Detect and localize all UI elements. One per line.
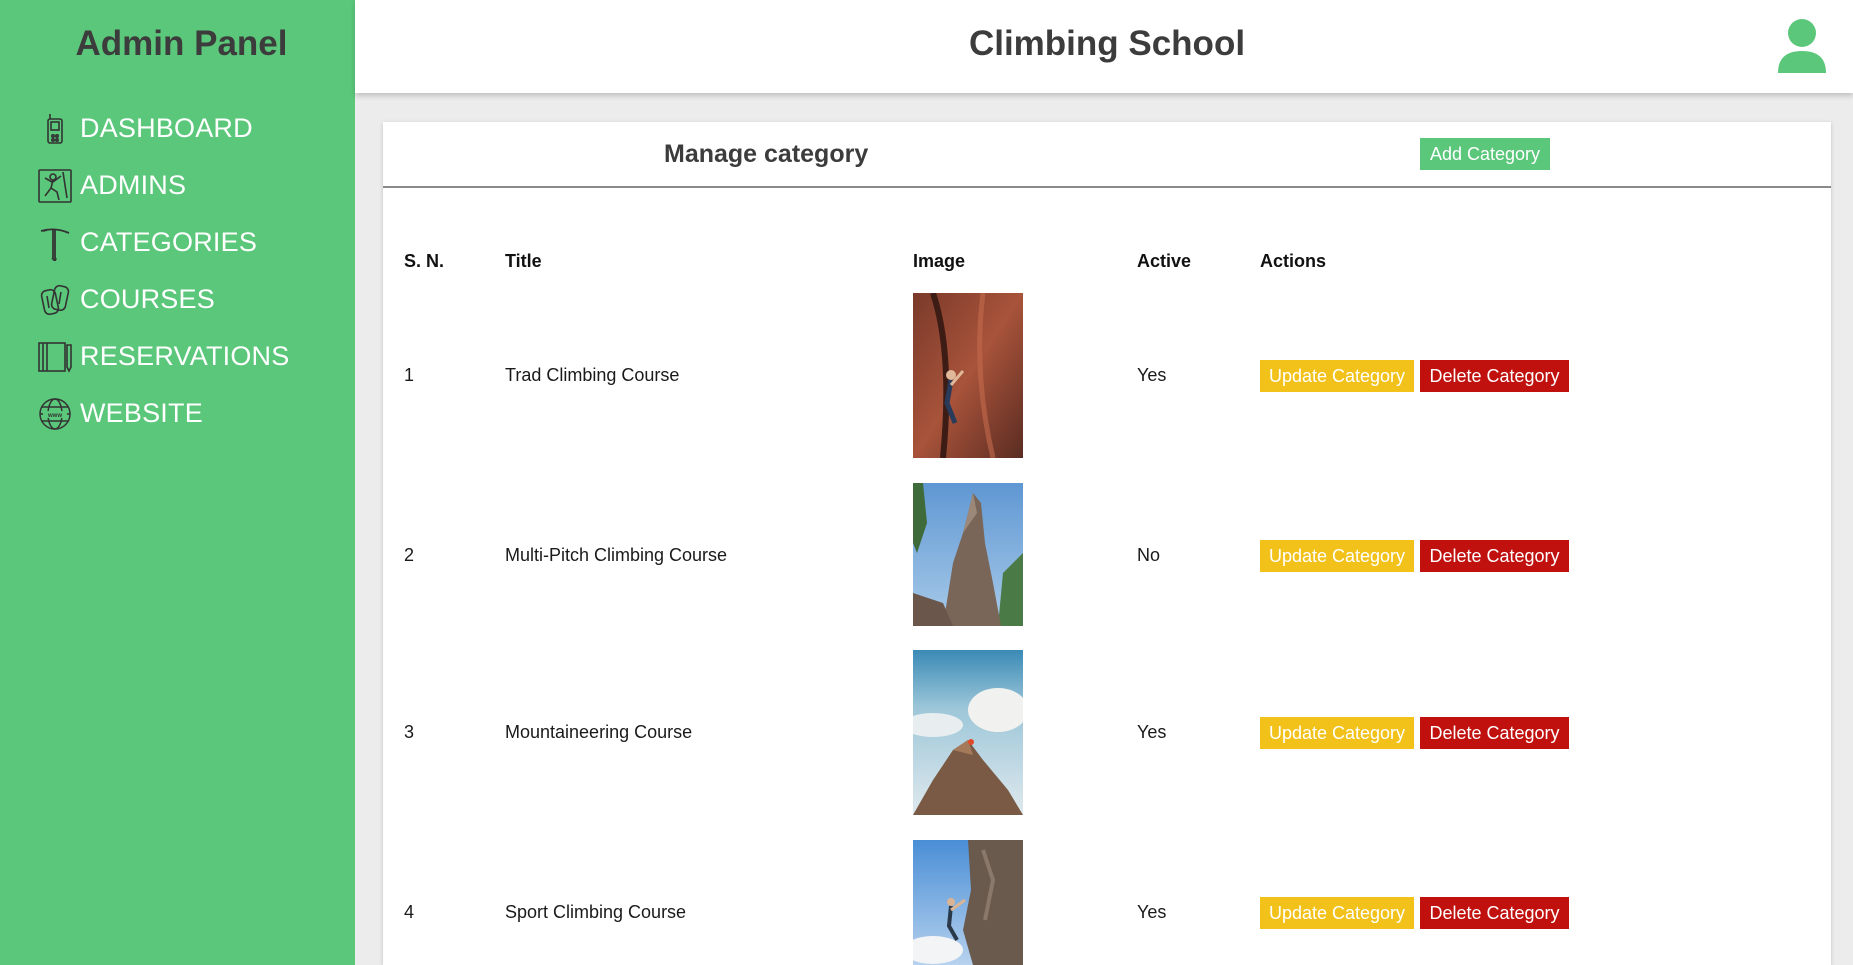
cell-active: Yes	[1137, 902, 1167, 922]
sidebar: Admin Panel DASHBOARD ADMINS CATEGORIES …	[0, 0, 355, 965]
sidebar-item-reservations[interactable]: RESERVATIONS	[36, 328, 289, 385]
card-header: Manage category Add Category	[383, 122, 1831, 188]
table-row: 2 Multi-Pitch Climbing Course No Update …	[383, 483, 1831, 627]
sidebar-nav: DASHBOARD ADMINS CATEGORIES COURSES RESE…	[36, 100, 289, 442]
cell-active: Yes	[1137, 722, 1167, 742]
cell-sn: 2	[404, 545, 415, 565]
delete-category-button[interactable]: Delete Category	[1420, 717, 1569, 749]
column-header-title: Title	[505, 251, 542, 271]
cell-title: Sport Climbing Course	[505, 902, 687, 922]
sidebar-item-dashboard[interactable]: DASHBOARD	[36, 100, 289, 157]
ice-axe-icon	[36, 223, 74, 263]
gps-device-icon	[36, 109, 74, 149]
sidebar-item-label: WEBSITE	[80, 398, 203, 428]
update-category-button[interactable]: Update Category	[1260, 540, 1414, 572]
user-avatar-icon[interactable]	[1776, 17, 1828, 75]
sidebar-item-courses[interactable]: COURSES	[36, 271, 289, 328]
svg-text:www: www	[47, 413, 62, 419]
cell-title: Mountaineering Course	[505, 722, 693, 742]
table-row: 3 Mountaineering Course Yes Update Categ…	[383, 650, 1831, 816]
category-image	[913, 293, 1023, 458]
sidebar-item-categories[interactable]: CATEGORIES	[36, 214, 289, 271]
delete-category-button[interactable]: Delete Category	[1420, 897, 1569, 929]
sidebar-title: Admin Panel	[75, 24, 288, 63]
sidebar-item-label: COURSES	[80, 284, 215, 314]
sidebar-item-label: CATEGORIES	[80, 227, 258, 257]
sidebar-item-label: RESERVATIONS	[80, 341, 290, 371]
sidebar-item-website[interactable]: www WEBSITE	[36, 385, 289, 442]
column-header-sn: S. N.	[404, 251, 445, 271]
category-image	[913, 483, 1023, 626]
table-row: 4 Sport Climbing Course Yes Update Categ…	[383, 840, 1831, 965]
cell-title: Multi-Pitch Climbing Course	[505, 545, 728, 565]
sidebar-item-label: ADMINS	[80, 170, 187, 200]
climber-icon	[36, 166, 74, 206]
update-category-button[interactable]: Update Category	[1260, 897, 1414, 929]
add-category-button[interactable]: Add Category	[1420, 138, 1550, 170]
cell-sn: 4	[404, 902, 415, 922]
update-category-button[interactable]: Update Category	[1260, 360, 1414, 392]
notebook-icon	[36, 337, 74, 377]
carabiner-icon	[36, 280, 74, 320]
column-header-image: Image	[913, 251, 966, 271]
sidebar-item-label: DASHBOARD	[80, 113, 253, 143]
manage-category-card: Manage category Add Category S. N. Title…	[383, 122, 1831, 965]
column-header-active: Active	[1137, 251, 1192, 271]
globe-www-icon: www	[36, 394, 74, 434]
sidebar-item-admins[interactable]: ADMINS	[36, 157, 289, 214]
category-image	[913, 650, 1023, 815]
top-header: Climbing School	[355, 0, 1853, 93]
cell-title: Trad Climbing Course	[505, 365, 680, 385]
cell-sn: 3	[404, 722, 415, 742]
column-header-actions: Actions	[1260, 251, 1327, 271]
page-title: Climbing School	[968, 24, 1246, 63]
delete-category-button[interactable]: Delete Category	[1420, 540, 1569, 572]
category-image	[913, 840, 1023, 965]
cell-active: Yes	[1137, 365, 1167, 385]
delete-category-button[interactable]: Delete Category	[1420, 360, 1569, 392]
update-category-button[interactable]: Update Category	[1260, 717, 1414, 749]
cell-sn: 1	[404, 365, 415, 385]
card-title: Manage category	[664, 140, 869, 168]
cell-active: No	[1137, 545, 1161, 565]
table-row: 1 Trad Climbing Course Yes Update Catego…	[383, 293, 1831, 459]
